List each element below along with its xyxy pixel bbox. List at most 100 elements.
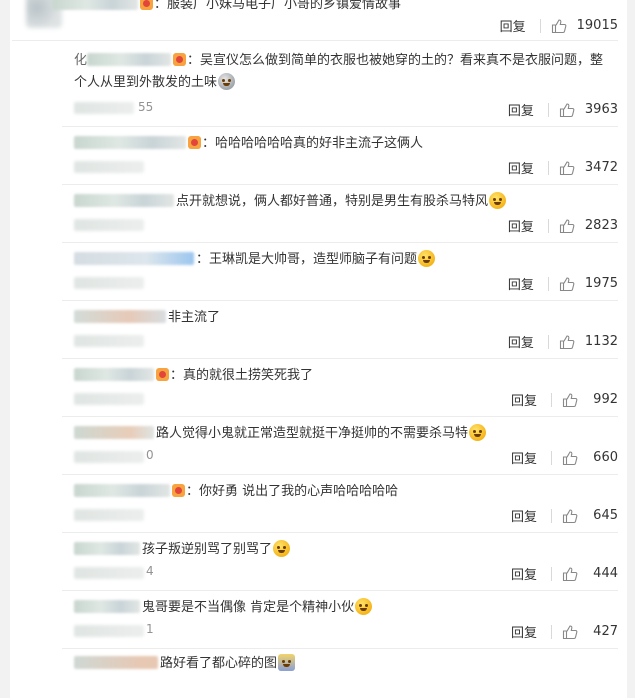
reply-button[interactable]: 回复	[511, 506, 537, 525]
divider	[547, 276, 549, 291]
comment-text-row: 孩子叛逆别骂了别骂了	[74, 539, 608, 561]
username-prefix[interactable]: 化	[74, 53, 87, 68]
comment-text: 点开就想说，俩人都好普通，特别是男生有股杀马特风	[176, 194, 489, 209]
divider	[551, 624, 552, 639]
comment-text: 鬼哥要是不当偶像 肯定是个精神小伙	[142, 600, 355, 615]
comment-item: 路好看了都心碎的图	[62, 649, 618, 698]
comment-feed: ：服装广小妹马电子厂小哥的乡镇爱情故事 回复 19015 化：吴宣仪怎么做到简单…	[0, 0, 635, 698]
like-count: 1132	[584, 334, 618, 349]
reply-button[interactable]: 回复	[511, 564, 537, 583]
comment-item: 孩子叛逆别骂了别骂了 4 回复 444	[62, 533, 618, 591]
reply-button[interactable]: 回复	[511, 448, 537, 467]
vip-badge-icon	[173, 53, 187, 66]
vip-badge-icon	[140, 0, 153, 10]
grey-face-emoji	[218, 73, 236, 90]
left-margin	[0, 0, 10, 698]
timestamp-blurred	[74, 393, 144, 405]
divider	[547, 160, 549, 175]
thumbs-up-icon[interactable]	[551, 18, 567, 34]
reply-button[interactable]: 回复	[508, 332, 534, 351]
laugh-cry-emoji	[273, 540, 291, 557]
comment-text-row: ：真的就很土捞笑死我了	[74, 365, 608, 387]
comment-text-row: 化：吴宣仪怎么做到简单的衣服也被她穿的土的？看来真不是衣服问题，整个人从里到外散…	[74, 50, 608, 94]
username-blurred[interactable]	[74, 542, 140, 555]
like-count: 3472	[584, 160, 618, 175]
timestamp-blurred	[74, 567, 144, 579]
thumbs-up-icon[interactable]	[562, 392, 578, 408]
like-count: 19015	[576, 18, 618, 33]
comment-text: ：哈哈哈哈哈哈真的好非主流子这俩人	[202, 136, 424, 151]
like-count: 992	[593, 392, 618, 407]
comment-text: ：服装广小妹马电子厂小哥的乡镇爱情故事	[154, 0, 402, 12]
username-blurred[interactable]	[52, 0, 138, 10]
comment-item: ：服装广小妹马电子厂小哥的乡镇爱情故事 回复 19015	[12, 0, 618, 41]
comment-text: ：你好勇 说出了我的心声哈哈哈哈哈	[186, 484, 399, 499]
comment-text-row: ：哈哈哈哈哈哈真的好非主流子这俩人	[74, 133, 608, 155]
vip-badge-icon	[156, 368, 169, 381]
reply-button[interactable]: 回复	[508, 274, 534, 293]
divider	[551, 450, 552, 465]
timestamp-blurred	[74, 219, 144, 231]
comment-text: 孩子叛逆别骂了别骂了	[142, 542, 273, 557]
divider	[547, 218, 549, 233]
username-blurred[interactable]	[74, 600, 140, 613]
comment-actions: 回复 660	[511, 448, 618, 467]
username-blurred[interactable]	[87, 53, 172, 66]
divider	[539, 18, 541, 33]
vip-badge-icon	[188, 136, 201, 149]
thumbs-up-icon[interactable]	[562, 508, 578, 524]
thumbs-up-icon[interactable]	[559, 102, 575, 118]
comment-text: ：真的就很土捞笑死我了	[170, 368, 314, 383]
comment-text-row: 非主流了	[74, 307, 608, 329]
comment-item: ：真的就很土捞笑死我了 回复 992	[62, 359, 618, 417]
comment-item: 鬼哥要是不当偶像 肯定是个精神小伙 1 回复 427	[62, 591, 618, 649]
comment-text-row: 路人觉得小鬼就正常造型就挺干净挺帅的不需要杀马特	[74, 423, 608, 445]
username-blurred[interactable]	[74, 426, 154, 439]
reply-button[interactable]: 回复	[500, 16, 526, 35]
username-blurred[interactable]	[74, 310, 166, 323]
timestamp-tail: 4	[146, 564, 154, 578]
doge-emoji	[355, 598, 373, 615]
timestamp-blurred	[74, 102, 134, 114]
comment-actions: 回复 645	[511, 506, 618, 525]
comment-item: 非主流了 回复 1132	[62, 301, 618, 359]
figure-emoji	[278, 654, 296, 671]
username-blurred[interactable]	[74, 484, 170, 497]
reply-button[interactable]: 回复	[511, 390, 537, 409]
comment-actions: 回复 2823	[508, 216, 618, 235]
thumbs-up-icon[interactable]	[562, 566, 578, 582]
comment-text: 非主流了	[168, 310, 221, 325]
comment-item: 路人觉得小鬼就正常造型就挺干净挺帅的不需要杀马特 0 回复 660	[62, 417, 618, 475]
username-blurred[interactable]	[74, 656, 158, 669]
username-blurred[interactable]	[74, 194, 174, 207]
reply-button[interactable]: 回复	[508, 100, 534, 119]
thumbs-up-icon[interactable]	[562, 624, 578, 640]
comment-text-row: 路好看了都心碎的图	[74, 653, 608, 675]
like-count: 3963	[584, 102, 618, 117]
username-blurred[interactable]	[74, 368, 154, 381]
like-count: 2823	[584, 218, 618, 233]
comment-item: 点开就想说，俩人都好普通，特别是男生有股杀马特风 回复 2823	[62, 185, 618, 243]
username-blurred[interactable]	[74, 252, 194, 265]
reply-button[interactable]: 回复	[508, 158, 534, 177]
comment-item: ：你好勇 说出了我的心声哈哈哈哈哈 回复 645	[62, 475, 618, 533]
thumbs-up-icon[interactable]	[559, 276, 575, 292]
username-blurred[interactable]	[74, 136, 186, 149]
comment-actions: 回复 19015	[500, 16, 618, 35]
scrollbar-track[interactable]	[627, 0, 635, 698]
thumbs-up-icon[interactable]	[559, 160, 575, 176]
reply-button[interactable]: 回复	[508, 216, 534, 235]
comment-actions: 回复 427	[511, 622, 618, 641]
reply-button[interactable]: 回复	[511, 622, 537, 641]
comment-actions: 回复 3963	[508, 100, 618, 119]
thumbs-up-icon[interactable]	[562, 450, 578, 466]
thumbs-up-icon[interactable]	[559, 218, 575, 234]
timestamp-tail: 55	[138, 100, 154, 114]
like-count: 427	[593, 624, 618, 639]
scared-face-emoji	[418, 250, 436, 267]
vip-badge-icon	[172, 484, 185, 497]
comment-text-row: ：你好勇 说出了我的心声哈哈哈哈哈	[74, 481, 608, 503]
comment-text-row: ：王琳凯是大帅哥，造型师脑子有问题	[74, 249, 608, 271]
thumbs-up-icon[interactable]	[559, 334, 575, 350]
comment-actions: 回复 444	[511, 564, 618, 583]
